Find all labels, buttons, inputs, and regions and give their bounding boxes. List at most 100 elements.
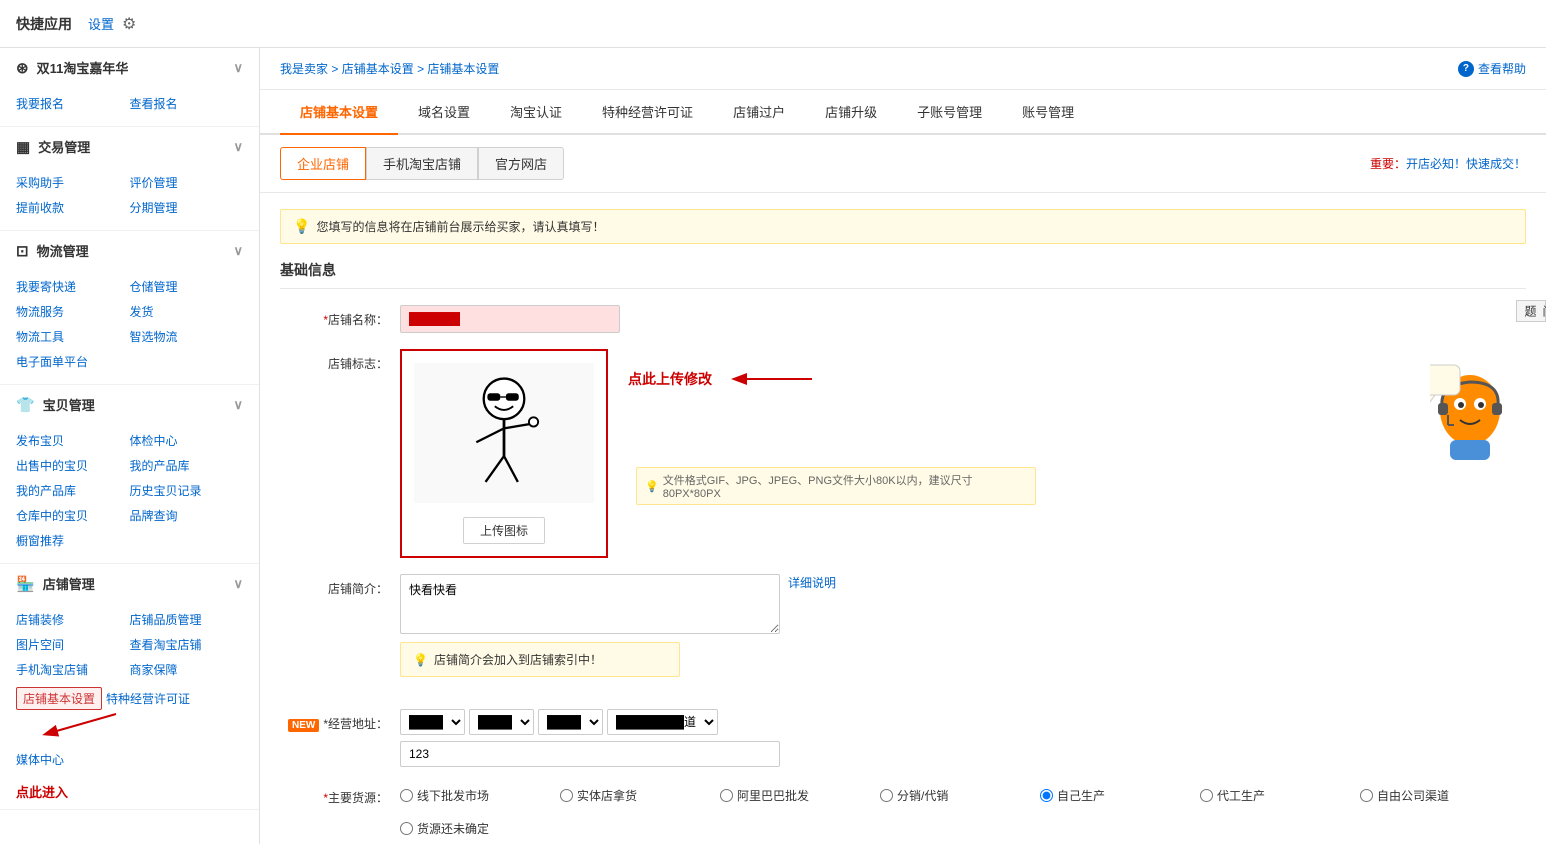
- address-select-city[interactable]: ████: [469, 709, 534, 735]
- radio-input-shitidian[interactable]: [560, 789, 573, 802]
- upload-icon-button[interactable]: 上传图标: [463, 517, 545, 544]
- breadcrumb-home[interactable]: 我是卖家: [280, 62, 328, 76]
- notice-box: 💡 您填写的信息将在店铺前台展示给买家，请认真填写！: [280, 209, 1526, 244]
- sidebar-section-header-wuliu[interactable]: ⊡ 物流管理 ∨: [0, 231, 259, 270]
- intro-control: 快看快看 详细说明 💡 店铺简介会加入到店铺索引中！: [400, 574, 1526, 693]
- tab-zhanghao[interactable]: 账号管理: [1002, 90, 1094, 135]
- sidebar-section-baobei: 👕 宝贝管理 ∨ 发布宝贝 体检中心 出售中的宝贝 我的产品库 我的产品库 历史…: [0, 385, 259, 564]
- sub-tabs-container: 企业店铺 手机淘宝店铺 官方网店 重要：开店必知！快速成交！: [260, 135, 1546, 193]
- radio-input-daigong[interactable]: [1200, 789, 1213, 802]
- tab-guohu[interactable]: 店铺过户: [713, 90, 805, 135]
- breadcrumb: 我是卖家 > 店铺基本设置 > 店铺基本设置 ? 查看帮助: [260, 48, 1546, 90]
- sidebar-link-chakan[interactable]: 查看淘宝店铺: [130, 632, 244, 657]
- fast-deal-link[interactable]: 快速成交！: [1466, 157, 1526, 171]
- hint-icon: 💡: [645, 480, 659, 493]
- sidebar-link-tiqian[interactable]: 提前收款: [16, 195, 130, 220]
- sidebar-link-shangjiabz[interactable]: 商家保障: [130, 657, 244, 682]
- tab-jibenshezhi[interactable]: 店铺基本设置: [280, 90, 398, 135]
- sidebar-link-chakanbaoming[interactable]: 查看报名: [130, 91, 244, 116]
- subtab-official[interactable]: 官方网店: [478, 147, 564, 180]
- tab-taobaorenzheng[interactable]: 淘宝认证: [490, 90, 582, 135]
- radio-daigong[interactable]: 代工生产: [1200, 783, 1360, 808]
- intro-textarea[interactable]: 快看快看: [400, 574, 780, 634]
- logo-upload-area[interactable]: 上传图标: [400, 349, 608, 558]
- store-name-input[interactable]: [400, 305, 620, 333]
- sidebar-link-pingjia[interactable]: 评价管理: [130, 170, 244, 195]
- breadcrumb-section[interactable]: 店铺基本设置: [342, 62, 414, 76]
- sidebar-link-baoming[interactable]: 我要报名: [16, 91, 130, 116]
- notice-text: 您填写的信息将在店铺前台展示给买家，请认真填写！: [316, 218, 604, 235]
- address-select-street[interactable]: ████████道: [607, 709, 718, 735]
- radio-input-weiquedin[interactable]: [400, 822, 413, 835]
- gear-icon[interactable]: ⚙: [122, 14, 136, 34]
- radio-zijishengchan[interactable]: 自己生产: [1040, 783, 1200, 808]
- sidebar-link-tupian[interactable]: 图片空间: [16, 632, 130, 657]
- tab-yuming[interactable]: 域名设置: [398, 90, 490, 135]
- sidebar-section-label-dianpu: 店铺管理: [43, 574, 95, 593]
- sidebar-link-caigou[interactable]: 采购助手: [16, 170, 130, 195]
- sidebar-link-wuliugongju[interactable]: 物流工具: [16, 324, 130, 349]
- subtab-enterprise[interactable]: 企业店铺: [280, 147, 366, 180]
- sidebar-section-header-shuang11[interactable]: ⊛ 双11淘宝嘉年华 ∨: [0, 48, 259, 87]
- sidebar-link-pinpai[interactable]: 品牌查询: [130, 503, 244, 528]
- sidebar-link-dianzimingdan[interactable]: 电子面单平台: [16, 349, 243, 374]
- chevron-down-icon-dianpu: ∨: [233, 576, 243, 592]
- sidebar-link-fenqi[interactable]: 分期管理: [130, 195, 244, 220]
- sidebar-link-wodecp[interactable]: 我的产品库: [130, 453, 244, 478]
- sidebar-section-header-baobei[interactable]: 👕 宝贝管理 ∨: [0, 385, 259, 424]
- click-annotation-arrow: [16, 706, 136, 742]
- help-text: 查看帮助: [1478, 60, 1526, 77]
- open-notice-link[interactable]: 开店必知！: [1406, 157, 1466, 171]
- help-link[interactable]: ? 查看帮助: [1458, 60, 1526, 77]
- sidebar-link-shouji[interactable]: 手机淘宝店铺: [16, 657, 130, 682]
- tab-shengji[interactable]: 店铺升级: [805, 90, 897, 135]
- shuang11-icon: ⊛: [16, 59, 29, 77]
- sidebar-link-fabu[interactable]: 发布宝贝: [16, 428, 130, 453]
- tab-zizhanghao[interactable]: 子账号管理: [897, 90, 1002, 135]
- sidebar-section-header-jiaoyi[interactable]: ▦ 交易管理 ∨: [0, 127, 259, 166]
- dianpu-icon: 🏪: [16, 575, 35, 593]
- address-selects-row: ████ ████ ████ ████████道: [400, 709, 1526, 735]
- sidebar-link-zhuangxiu[interactable]: 店铺装修: [16, 607, 130, 632]
- radio-input-fxdx[interactable]: [880, 789, 893, 802]
- sidebar-section-header-dianpu[interactable]: 🏪 店铺管理 ∨: [0, 564, 259, 603]
- address-control: ████ ████ ████ ████████道: [400, 709, 1526, 767]
- radio-input-pifashichang[interactable]: [400, 789, 413, 802]
- subtab-mobile[interactable]: 手机淘宝店铺: [366, 147, 478, 180]
- radio-ziyougsi[interactable]: 自由公司渠道: [1360, 783, 1520, 808]
- sidebar-link-tijian[interactable]: 体检中心: [130, 428, 244, 453]
- sidebar-link-cangchu[interactable]: 仓储管理: [130, 274, 244, 299]
- sidebar-link-wuliufuwu[interactable]: 物流服务: [16, 299, 130, 324]
- radio-input-ziyougsi[interactable]: [1360, 789, 1373, 802]
- settings-link[interactable]: 设置: [88, 14, 114, 33]
- detail-link[interactable]: 详细说明: [788, 574, 836, 591]
- float-panel[interactable]: 常见问题: [1516, 300, 1546, 322]
- address-select-district[interactable]: ████: [538, 709, 603, 735]
- radio-pifashichang[interactable]: 线下批发市场: [400, 783, 560, 808]
- sidebar-link-jikuaidi[interactable]: 我要寄快递: [16, 274, 130, 299]
- sidebar-link-fahuo[interactable]: 发货: [130, 299, 244, 324]
- sidebar-link-wodecp2[interactable]: 我的产品库: [16, 478, 130, 503]
- sidebar-link-lishicp[interactable]: 历史宝贝记录: [130, 478, 244, 503]
- sidebar-link-chuchuang[interactable]: 橱窗推荐: [16, 528, 243, 553]
- address-text-input[interactable]: [400, 741, 780, 767]
- mascot: 常见问题: [1430, 360, 1510, 463]
- sidebar-link-pinzhi[interactable]: 店铺品质管理: [130, 607, 244, 632]
- radio-input-zijishengchan[interactable]: [1040, 789, 1053, 802]
- important-notice: 重要：开店必知！快速成交！: [1370, 155, 1526, 172]
- radio-input-alibaba[interactable]: [720, 789, 733, 802]
- radio-weiquedin[interactable]: 货源还未确定: [400, 816, 560, 841]
- radio-alibaba[interactable]: 阿里巴巴批发: [720, 783, 880, 808]
- tab-tezhong[interactable]: 特种经营许可证: [582, 90, 713, 135]
- sidebar-links-baobei: 发布宝贝 体检中心 出售中的宝贝 我的产品库 我的产品库 历史宝贝记录 仓库中的…: [0, 424, 259, 563]
- logo-label: 店铺标志：: [280, 349, 400, 372]
- sidebar: ⊛ 双11淘宝嘉年华 ∨ 我要报名 查看报名 ▦ 交易管理 ∨ 采购助手 评价管…: [0, 48, 260, 844]
- sidebar-link-zhixuan[interactable]: 智选物流: [130, 324, 244, 349]
- radio-shitidian[interactable]: 实体店拿货: [560, 783, 720, 808]
- address-select-province[interactable]: ████: [400, 709, 465, 735]
- sidebar-link-meiti[interactable]: 媒体中心: [16, 747, 243, 772]
- sidebar-link-cangku[interactable]: 仓库中的宝贝: [16, 503, 130, 528]
- sidebar-link-chushou[interactable]: 出售中的宝贝: [16, 453, 130, 478]
- chevron-down-icon-wuliu: ∨: [233, 243, 243, 259]
- radio-fxdx[interactable]: 分销/代销: [880, 783, 1040, 808]
